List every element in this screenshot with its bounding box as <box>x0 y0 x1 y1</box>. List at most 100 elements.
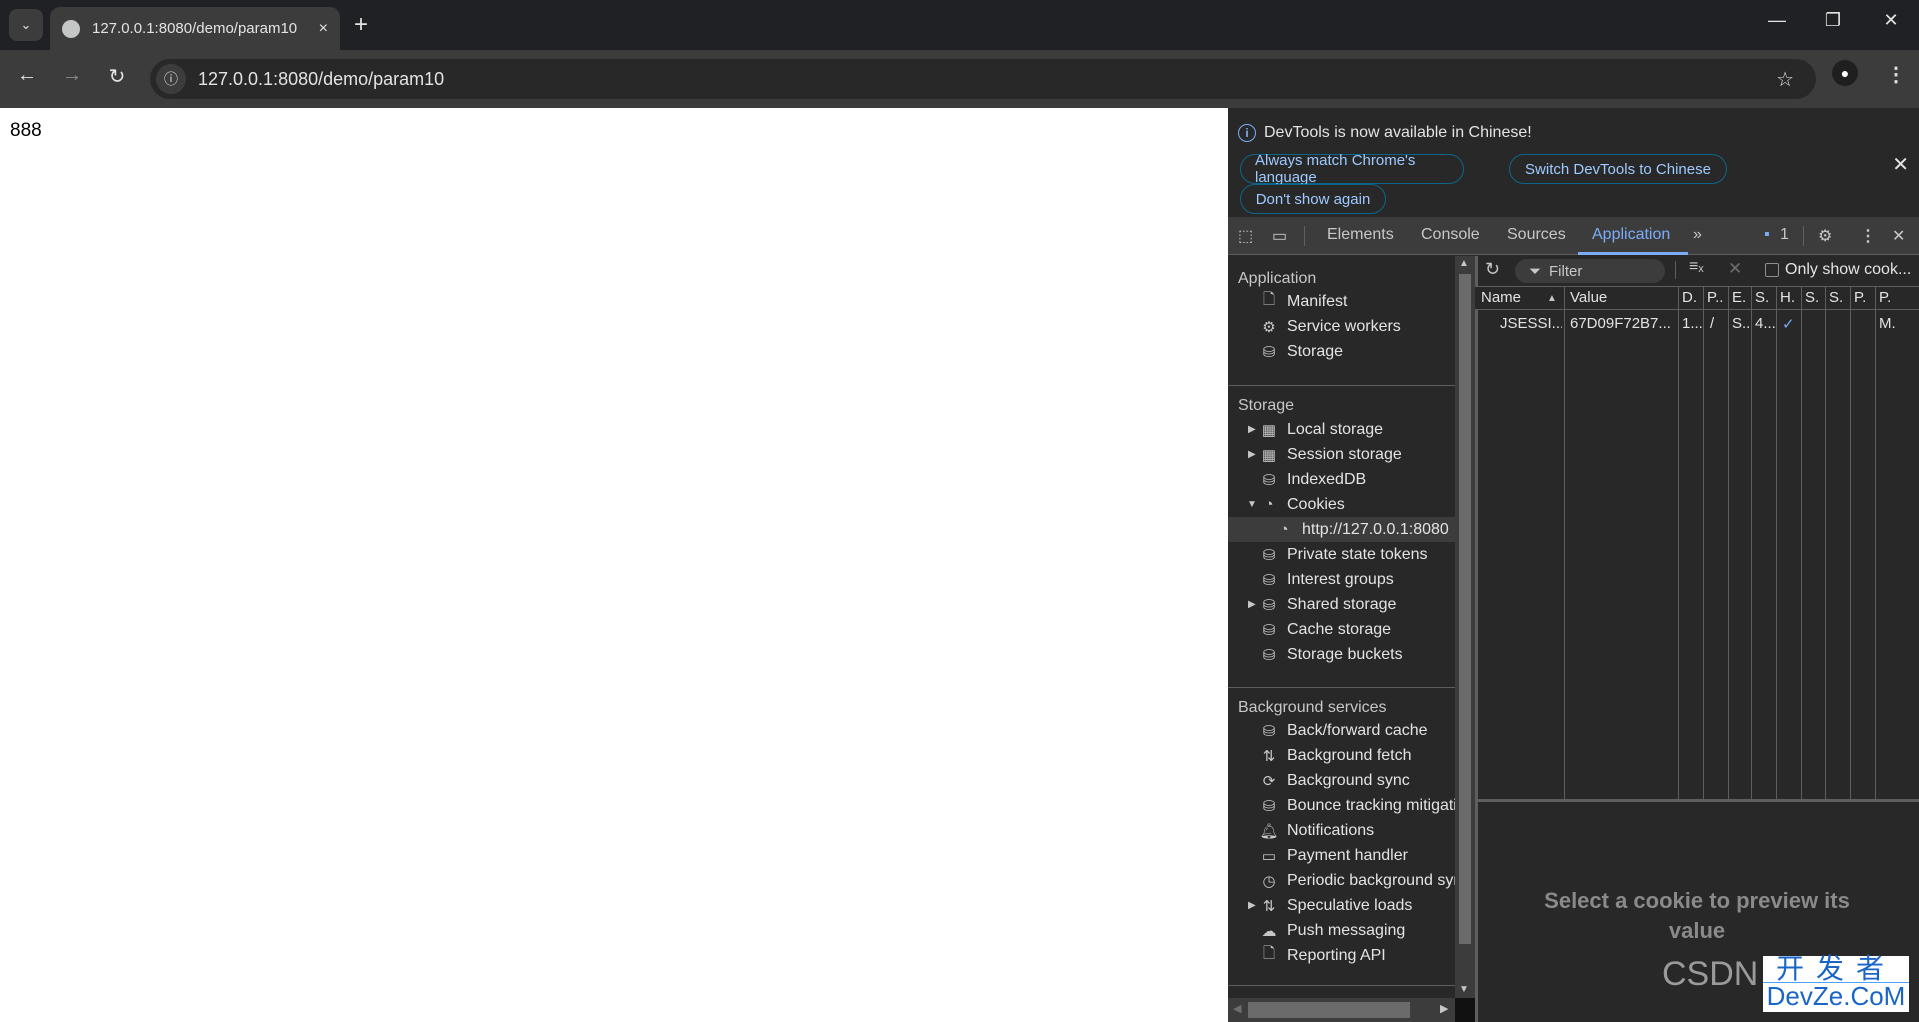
close-window-button[interactable]: ✕ <box>1876 10 1906 31</box>
sidebar-item-back-forward-cache[interactable]: ⛁ Back/forward cache <box>1228 718 1455 743</box>
column-header-size[interactable]: S. <box>1755 289 1769 306</box>
device-toolbar-icon[interactable]: ▭ <box>1272 226 1287 246</box>
browser-tab[interactable]: 127.0.0.1:8080/demo/param10 × <box>50 7 340 50</box>
scrollbar-thumb[interactable] <box>1248 1002 1410 1018</box>
column-header-expires[interactable]: E. <box>1732 289 1746 306</box>
forward-button[interactable]: → <box>57 64 87 87</box>
sidebar-item-service-workers[interactable]: ⚙ Service workers <box>1228 314 1455 339</box>
sidebar-item-cache-storage[interactable]: ⛁ Cache storage <box>1228 617 1455 642</box>
column-header-secure[interactable]: S. <box>1805 289 1819 306</box>
expand-arrow-icon[interactable]: ▶ <box>1248 449 1256 460</box>
sidebar-item-storage[interactable]: ⛁ Storage <box>1228 339 1455 364</box>
sidebar-item-local-storage[interactable]: ▶ ▦ Local storage <box>1228 417 1455 442</box>
sidebar-item-payment-handler[interactable]: ▭ Payment handler <box>1228 843 1455 868</box>
column-header-domain[interactable]: D. <box>1682 289 1697 306</box>
clear-all-cookies-icon[interactable]: ≡ₓ <box>1689 258 1704 276</box>
sidebar-item-cookies[interactable]: ▼ ◔ Cookies <box>1228 492 1455 517</box>
expand-arrow-icon[interactable]: ▶ <box>1248 424 1256 435</box>
sidebar-item-cookie-origin[interactable]: ◔ http://127.0.0.1:8080 <box>1228 517 1455 542</box>
filter-input[interactable]: ⏷ Filter <box>1515 259 1665 283</box>
tab-sources[interactable]: Sources <box>1507 226 1566 244</box>
site-info-icon[interactable]: ⓘ <box>156 64 186 94</box>
sidebar-item-bounce-tracking[interactable]: ⛁ Bounce tracking mitigations <box>1228 793 1455 818</box>
column-header-path[interactable]: P.. <box>1707 289 1723 306</box>
scroll-left-icon[interactable]: ◀ <box>1233 1002 1241 1015</box>
cookie-cell-priority[interactable]: M. <box>1879 315 1896 332</box>
sidebar-horizontal-scrollbar[interactable]: ◀ ▶ <box>1228 998 1455 1022</box>
sidebar-item-label: Service workers <box>1287 317 1401 335</box>
bookmark-star-icon[interactable]: ☆ <box>1776 67 1794 92</box>
scroll-down-icon[interactable]: ▼ <box>1459 984 1469 995</box>
new-tab-button[interactable]: + <box>354 12 368 38</box>
cookie-cell-expires[interactable]: S.. <box>1732 315 1750 332</box>
cookie-cell-name[interactable]: JSESSI... <box>1500 315 1562 332</box>
scroll-up-icon[interactable]: ▲ <box>1459 258 1469 269</box>
sidebar-item-storage-buckets[interactable]: ⛁ Storage buckets <box>1228 642 1455 667</box>
table-preview-divider[interactable] <box>1475 799 1919 802</box>
settings-gear-icon[interactable]: ⚙ <box>1818 226 1832 246</box>
only-show-issues-checkbox[interactable] <box>1765 263 1779 277</box>
back-button[interactable]: ← <box>12 64 42 87</box>
sidebar-item-periodic-background-sync[interactable]: ◷ Periodic background sync <box>1228 868 1455 893</box>
column-header-name[interactable]: Name <box>1481 289 1521 306</box>
issues-count[interactable]: 1 <box>1780 226 1789 244</box>
sidebar-item-session-storage[interactable]: ▶ ▦ Session storage <box>1228 442 1455 467</box>
sidebar-item-label: Storage buckets <box>1287 645 1403 663</box>
dont-show-again-button[interactable]: Don't show again <box>1240 184 1386 214</box>
sidebar-item-push-messaging[interactable]: ☁ Push messaging <box>1228 918 1455 943</box>
column-header-httponly[interactable]: H. <box>1780 289 1795 306</box>
sidebar-item-private-state-tokens[interactable]: ⛁ Private state tokens <box>1228 542 1455 567</box>
reload-button[interactable]: ↻ <box>102 64 132 89</box>
minimize-button[interactable]: — <box>1762 10 1792 31</box>
cookie-cell-size[interactable]: 4... <box>1755 315 1776 332</box>
restore-button[interactable]: ❐ <box>1818 10 1848 31</box>
cookie-cell-httponly[interactable]: ✓ <box>1782 315 1795 333</box>
cookie-cell-domain[interactable]: 1... <box>1682 315 1703 332</box>
sidebar-vertical-scrollbar[interactable]: ▲ ▼ <box>1455 256 1475 998</box>
cookie-cell-path[interactable]: / <box>1710 315 1714 332</box>
preview-text: Select a cookie to preview its value <box>1544 888 1850 943</box>
sidebar-item-manifest[interactable]: 🗋 Manifest <box>1228 289 1455 314</box>
more-tabs-icon[interactable]: » <box>1693 226 1702 244</box>
always-match-language-button[interactable]: Always match Chrome's language <box>1240 152 1464 186</box>
address-bar[interactable]: ⓘ 127.0.0.1:8080/demo/param10 ☆ <box>150 59 1816 99</box>
close-infobar-icon[interactable]: ✕ <box>1892 152 1909 177</box>
url-text[interactable]: 127.0.0.1:8080/demo/param10 <box>198 69 444 90</box>
sidebar-item-reporting-api[interactable]: 🗋 Reporting API <box>1228 943 1455 968</box>
sort-ascending-icon[interactable]: ▲ <box>1547 293 1557 304</box>
sidebar-item-notifications[interactable]: 🔔︎ Notifications <box>1228 818 1455 843</box>
scroll-right-icon[interactable]: ▶ <box>1440 1002 1448 1015</box>
sidebar-item-indexeddb[interactable]: ⛁ IndexedDB <box>1228 467 1455 492</box>
column-header-partition-key[interactable]: P. <box>1854 289 1866 306</box>
cookie-cell-value[interactable]: 67D09F72B7... <box>1570 315 1676 332</box>
expand-arrow-icon[interactable]: ▶ <box>1248 599 1256 610</box>
tab-application[interactable]: Application <box>1592 226 1670 244</box>
sidebar-item-shared-storage[interactable]: ▶ ⛁ Shared storage <box>1228 592 1455 617</box>
refresh-icon[interactable]: ↻ <box>1485 259 1500 280</box>
issues-icon[interactable]: ▪ <box>1764 226 1770 244</box>
devtools-menu-icon[interactable]: ⋮ <box>1860 226 1876 246</box>
column-header-priority[interactable]: P. <box>1879 289 1891 306</box>
tab-search-button[interactable]: ⌄ <box>9 9 43 41</box>
sidebar-item-background-fetch[interactable]: ⇅ Background fetch <box>1228 743 1455 768</box>
switch-to-chinese-button[interactable]: Switch DevTools to Chinese <box>1509 154 1727 184</box>
browser-menu-icon[interactable]: ⋮ <box>1886 62 1906 87</box>
scrollbar-thumb[interactable] <box>1459 274 1471 944</box>
close-tab-icon[interactable]: × <box>319 20 328 38</box>
sidebar-item-interest-groups[interactable]: ⛁ Interest groups <box>1228 567 1455 592</box>
expand-arrow-icon[interactable]: ▶ <box>1248 900 1256 911</box>
column-header-samesite[interactable]: S. <box>1829 289 1843 306</box>
info-icon: i <box>1238 124 1256 142</box>
delete-selected-icon[interactable]: ✕ <box>1728 259 1742 279</box>
tab-console[interactable]: Console <box>1421 226 1480 244</box>
sidebar-item-speculative-loads[interactable]: ▶ ⇅ Speculative loads <box>1228 893 1455 918</box>
infobar-message-row: i DevTools is now available in Chinese! <box>1238 124 1532 142</box>
sidebar-item-background-sync[interactable]: ⟳ Background sync <box>1228 768 1455 793</box>
collapse-arrow-icon[interactable]: ▼ <box>1247 499 1257 510</box>
inspect-element-icon[interactable]: ⬚ <box>1238 226 1253 246</box>
close-devtools-icon[interactable]: ✕ <box>1892 226 1905 246</box>
section-divider <box>1228 687 1455 688</box>
tab-elements[interactable]: Elements <box>1327 226 1394 244</box>
profile-avatar-icon[interactable]: ● <box>1832 60 1858 86</box>
column-header-value[interactable]: Value <box>1570 289 1607 306</box>
